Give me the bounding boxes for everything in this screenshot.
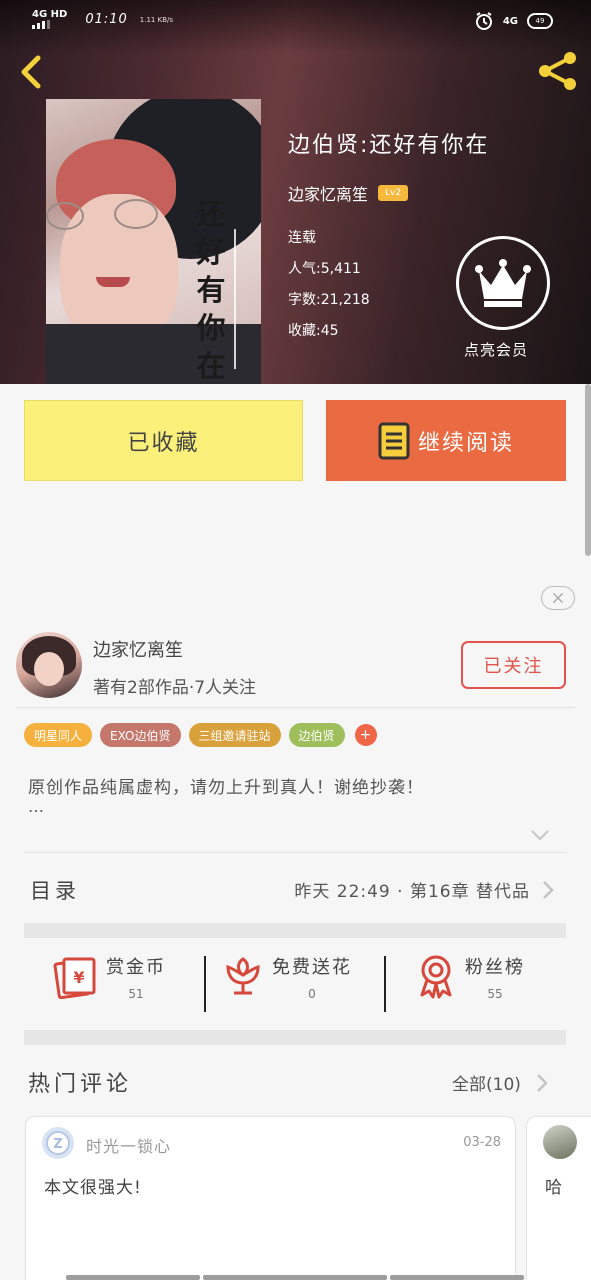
book-description: 原创作品纯属虚构，请勿上升到真人！谢绝抄袭！: [28, 778, 424, 798]
reward-coins-count: 51: [128, 987, 144, 1001]
book-info: 边伯贤:还好有你在 边家忆离笙 Lv2 连载 人气:5,411 字数:21,21…: [288, 127, 489, 347]
commenter-avatar[interactable]: Z: [42, 1127, 74, 1159]
send-flower-button[interactable]: 免费送花 0: [222, 953, 352, 1019]
fan-ranking-label: 粉丝榜: [465, 957, 525, 978]
catalog-label: 目录: [30, 879, 80, 903]
book-author[interactable]: 边家忆离笙: [288, 181, 368, 205]
reward-coins-label: 赏金币: [106, 957, 166, 978]
comment-card[interactable]: 哈: [526, 1116, 591, 1280]
status-bar: 4G HD 01:10 1.11 KB/s 4G 49: [0, 0, 591, 46]
hot-comments-title: 热门评论: [28, 1072, 133, 1097]
cover-art-mouth: [96, 277, 130, 287]
comment-text: 哈: [545, 1178, 562, 1198]
catalog-row[interactable]: 目录 昨天 22:49 · 第16章 替代品: [24, 852, 566, 924]
favorited-label: 已收藏: [127, 430, 200, 456]
book-icon: [378, 422, 410, 459]
vip-label[interactable]: 点亮会员: [464, 339, 528, 360]
flower-icon: [226, 957, 260, 995]
author-name[interactable]: 边家忆离笙: [93, 636, 183, 662]
send-flower-label: 免费送花: [272, 957, 352, 978]
reward-coins-button[interactable]: ¥ 赏金币 51: [52, 953, 166, 1019]
carousel-indicator: [390, 1275, 524, 1280]
divider: [204, 956, 206, 1012]
tag-item[interactable]: EXO边伯贤: [100, 723, 181, 747]
cover-art-glasses: [114, 199, 158, 229]
continue-reading-button[interactable]: 继续阅读: [326, 400, 566, 481]
fan-ranking-button[interactable]: 粉丝榜 55: [415, 953, 525, 1019]
network-type-right: 4G: [502, 15, 518, 27]
carousel-indicator: [66, 1275, 200, 1280]
follow-label: 已关注: [483, 656, 544, 677]
crown-icon: [475, 259, 531, 307]
divider: [384, 956, 386, 1012]
favorited-button[interactable]: 已收藏: [24, 400, 303, 481]
commenter-avatar[interactable]: [543, 1125, 577, 1159]
chevron-right-icon[interactable]: [536, 1073, 548, 1093]
fan-ranking-count: 55: [487, 987, 503, 1001]
back-arrow-icon[interactable]: [16, 54, 48, 90]
medal-icon: [420, 955, 452, 999]
red-envelope-icon: ¥: [53, 957, 96, 999]
level-badge: Lv2: [378, 185, 409, 201]
default-avatar-icon: Z: [46, 1131, 70, 1155]
battery-icon: 49: [527, 13, 553, 29]
alarm-icon: [475, 12, 492, 30]
chevron-right-icon: [543, 881, 554, 899]
network-left: 4G HD: [32, 10, 67, 29]
signal-icon: [32, 20, 67, 29]
cover-art-glasses: [46, 202, 84, 230]
book-header: 4G HD 01:10 1.11 KB/s 4G 49 还好有你在 边伯贤:还好…: [0, 0, 591, 384]
close-icon[interactable]: [541, 586, 575, 610]
avatar-face: [34, 652, 64, 686]
send-flower-count: 0: [308, 987, 316, 1001]
continue-reading-label: 继续阅读: [417, 430, 514, 456]
latest-chapter: 昨天 22:49 · 第16章 替代品: [294, 882, 530, 902]
all-comments-link[interactable]: 全部(10): [452, 1070, 521, 1095]
book-cover[interactable]: 还好有你在: [46, 99, 261, 384]
divider: [16, 707, 575, 708]
carousel-indicator: [203, 1275, 387, 1280]
comment-text: 本文很强大!: [44, 1178, 142, 1198]
scrollbar[interactable]: [585, 384, 591, 556]
comment-date: 03-28: [463, 1135, 501, 1150]
cover-divider: [234, 229, 236, 369]
serial-status: 连载: [288, 230, 316, 246]
tag-item[interactable]: 边伯贤: [288, 723, 345, 747]
svg-text:Z: Z: [53, 1137, 62, 1152]
net-speed: 1.11 KB/s: [139, 15, 174, 24]
section-divider: [24, 1030, 566, 1045]
section-divider: [24, 923, 566, 938]
author-avatar[interactable]: [16, 632, 82, 698]
svg-text:¥: ¥: [73, 968, 84, 987]
add-tag-button[interactable]: +: [354, 724, 377, 746]
tag-item[interactable]: 三组邀请驻站: [188, 723, 281, 747]
follow-button[interactable]: 已关注: [461, 641, 566, 689]
tag-list: 明星同人 EXO边伯贤 三组邀请驻站 边伯贤 +: [24, 723, 377, 747]
description-ellipsis: …: [28, 797, 44, 816]
chevron-down-icon[interactable]: [530, 828, 550, 842]
author-stats: 著有2部作品·7人关注: [93, 678, 257, 698]
favorites-count: 收藏:45: [288, 323, 339, 339]
clock: 01:10: [85, 12, 128, 27]
network-type-left: 4G HD: [32, 9, 68, 20]
tag-item[interactable]: 明星同人: [24, 723, 93, 747]
vip-button[interactable]: [456, 236, 550, 330]
commenter-name[interactable]: 时光一锁心: [86, 1133, 171, 1157]
cover-title: 还好有你在: [196, 197, 226, 383]
comment-card[interactable]: Z 时光一锁心 03-28 本文很强大!: [25, 1116, 516, 1280]
cover-art-collar: [46, 324, 261, 384]
share-icon[interactable]: [537, 50, 579, 92]
book-title: 边伯贤:还好有你在: [288, 133, 490, 158]
